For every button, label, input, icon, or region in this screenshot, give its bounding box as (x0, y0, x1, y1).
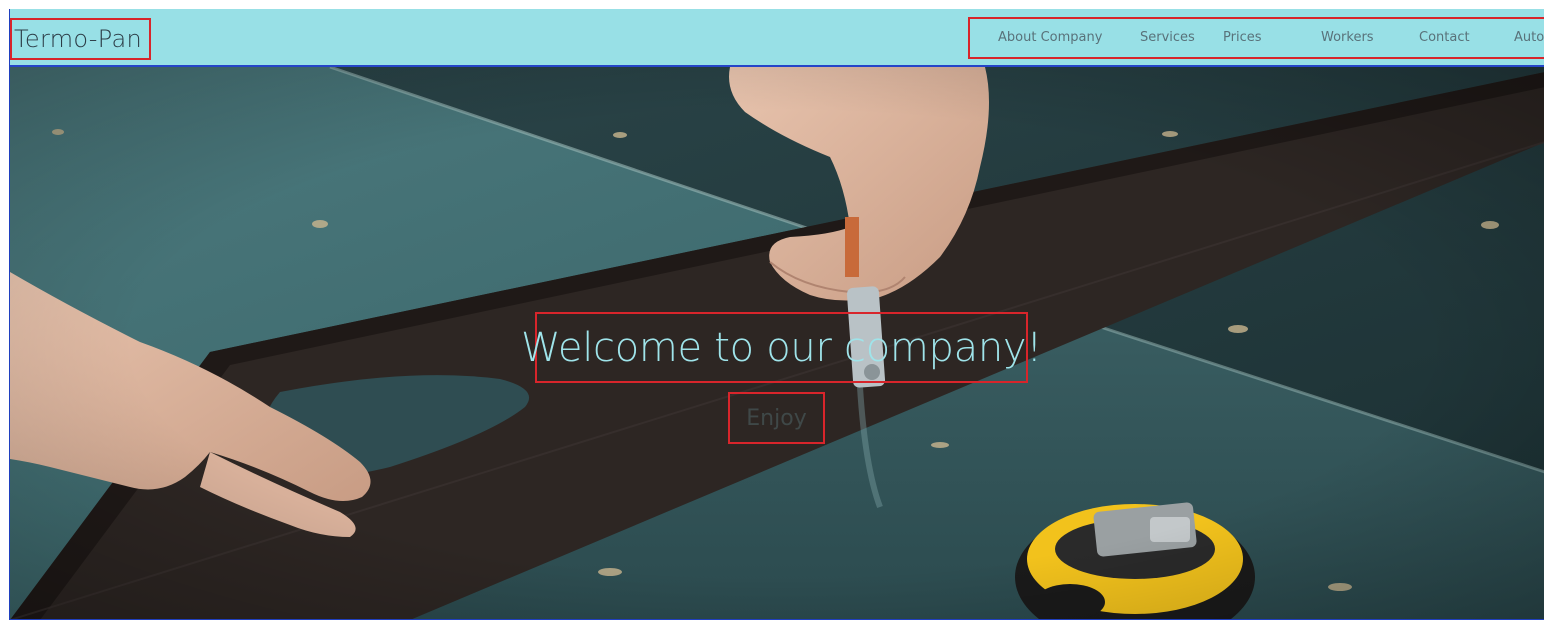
browser-viewport: Termo-Pan About Company Services Prices … (9, 9, 1544, 620)
site-header: Termo-Pan About Company Services Prices … (10, 9, 1544, 67)
hero-title: Welcome to our company! (521, 312, 1042, 383)
brand-logo[interactable]: Termo-Pan (10, 18, 151, 60)
nav-autor[interactable]: Autor (1514, 30, 1544, 45)
nav-prices[interactable]: Prices (1223, 30, 1262, 45)
nav-contact[interactable]: Contact (1419, 30, 1470, 45)
nav-about-company[interactable]: About Company (998, 30, 1102, 45)
nav-services[interactable]: Services (1140, 30, 1195, 45)
enjoy-button[interactable]: Enjoy (728, 392, 825, 444)
hero-section: Welcome to our company! Enjoy (10, 67, 1544, 619)
nav-workers[interactable]: Workers (1321, 30, 1374, 45)
main-nav: About Company Services Prices Workers Co… (968, 17, 1544, 59)
